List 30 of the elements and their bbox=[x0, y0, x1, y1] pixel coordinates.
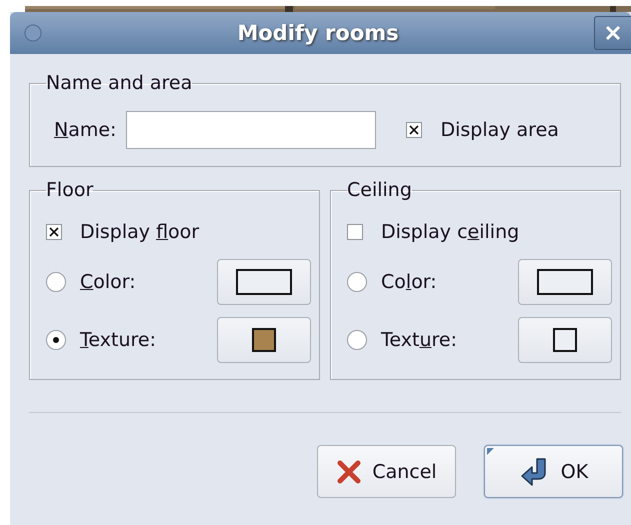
radio-button[interactable] bbox=[347, 272, 367, 292]
cancel-icon bbox=[336, 458, 362, 484]
radio-label: Color: bbox=[381, 271, 437, 293]
checkbox-label: Display area bbox=[440, 119, 559, 141]
radio-label: Texture: bbox=[80, 329, 156, 351]
checkbox[interactable] bbox=[406, 122, 422, 138]
window-title: Modify rooms bbox=[236, 21, 400, 45]
group-legend: Floor bbox=[46, 179, 94, 201]
group-legend: Ceiling bbox=[347, 179, 412, 201]
radio-label: Texture: bbox=[381, 329, 457, 351]
swatch-button[interactable] bbox=[217, 259, 311, 305]
close-icon bbox=[605, 25, 621, 41]
checkbox[interactable] bbox=[46, 224, 62, 240]
checkbox-label: Display floor bbox=[80, 221, 200, 243]
radio-button[interactable] bbox=[347, 330, 367, 350]
radio-button[interactable] bbox=[46, 330, 66, 350]
swatch-button[interactable] bbox=[518, 259, 612, 305]
ok-button[interactable]: OK bbox=[484, 445, 623, 498]
group-legend: Name and area bbox=[46, 72, 192, 94]
swatch-button[interactable] bbox=[518, 317, 612, 363]
default-marker-icon bbox=[487, 448, 494, 455]
cancel-button[interactable]: Cancel bbox=[317, 445, 456, 498]
name-field[interactable] bbox=[126, 111, 376, 149]
checkbox[interactable] bbox=[347, 224, 363, 240]
swatch-button[interactable] bbox=[217, 317, 311, 363]
close-button[interactable] bbox=[594, 16, 631, 50]
radio-button[interactable] bbox=[46, 272, 66, 292]
radio-label: Color: bbox=[80, 271, 136, 293]
checkbox-label: Display ceiling bbox=[381, 221, 520, 243]
name-label: Name: bbox=[54, 119, 116, 141]
